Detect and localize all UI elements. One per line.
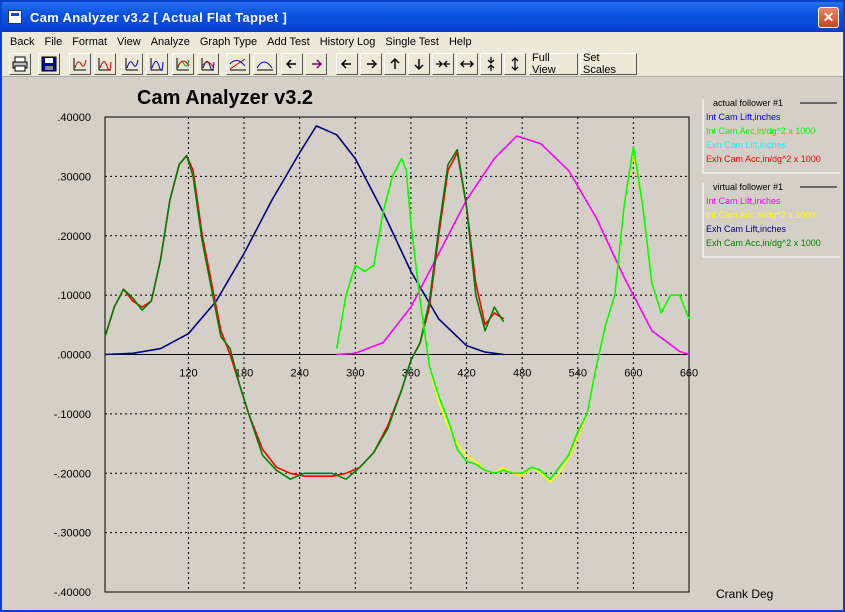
curve-icon[interactable] bbox=[253, 53, 277, 75]
graph3-icon[interactable] bbox=[121, 53, 143, 75]
menu-view[interactable]: View bbox=[112, 36, 146, 48]
toolbar: Full View Set Scales bbox=[2, 51, 843, 77]
menu-bar: Back File Format View Analyze Graph Type… bbox=[2, 32, 843, 51]
graph6-icon[interactable] bbox=[197, 53, 219, 75]
graph2-icon[interactable] bbox=[94, 53, 116, 75]
expand-h-icon[interactable] bbox=[456, 53, 478, 75]
arrow-right-icon[interactable] bbox=[360, 53, 382, 75]
arrow-up-icon[interactable] bbox=[384, 53, 406, 75]
y-tick-label: -.30000 bbox=[54, 528, 91, 540]
menu-help[interactable]: Help bbox=[444, 36, 477, 48]
print-icon[interactable] bbox=[9, 53, 31, 75]
y-tick-label: -.20000 bbox=[54, 468, 91, 480]
set-scales-button[interactable]: Set Scales bbox=[580, 52, 637, 76]
x-tick-label: 360 bbox=[402, 368, 420, 380]
y-tick-label: .00000 bbox=[57, 350, 91, 362]
legend-entry: Exh Cam Acc,in/dg^2 x 1000 bbox=[706, 238, 821, 248]
legend-entry: Int Cam Acc,in/dg^2 x 1000 bbox=[706, 210, 815, 220]
legend-entry: Exh Cam Lift,inches bbox=[706, 140, 787, 150]
x-tick-label: 480 bbox=[513, 368, 531, 380]
legend-entry: Int Cam Lift,inches bbox=[706, 196, 781, 206]
legend-entry: Exh Cam Acc,in/dg^2 x 1000 bbox=[706, 154, 821, 164]
menu-file[interactable]: File bbox=[39, 36, 67, 48]
window-title: Cam Analyzer v3.2 [ Actual Flat Tappet ] bbox=[30, 9, 288, 25]
chart-title: Cam Analyzer v3.2 bbox=[137, 87, 313, 109]
x-tick-label: 420 bbox=[457, 368, 475, 380]
y-tick-label: .10000 bbox=[57, 290, 91, 302]
compress-v-icon[interactable] bbox=[480, 53, 502, 75]
full-view-button[interactable]: Full View bbox=[529, 52, 578, 76]
menu-history-log[interactable]: History Log bbox=[315, 36, 381, 48]
app-icon bbox=[8, 10, 22, 24]
close-button[interactable]: ✕ bbox=[818, 7, 839, 28]
plot-area: Cam Analyzer v3.2 .40000 .30000 .20000 .1000… bbox=[2, 77, 843, 610]
overlay-icon[interactable] bbox=[226, 53, 250, 75]
shift-right-icon[interactable] bbox=[305, 53, 327, 75]
x-tick-label: 120 bbox=[179, 368, 197, 380]
arrow-left-icon[interactable] bbox=[336, 53, 358, 75]
x-axis-label: Crank Deg bbox=[716, 587, 773, 601]
y-tick-label: .30000 bbox=[57, 171, 91, 183]
y-tick-label: .20000 bbox=[57, 231, 91, 243]
legend-entry: Int Cam Acc,in/dg^2 x 1000 bbox=[706, 126, 815, 136]
cam-chart: Cam Analyzer v3.2 .40000 .30000 .20000 .1000… bbox=[54, 87, 840, 601]
y-tick-label: .40000 bbox=[57, 112, 91, 124]
x-tick-label: 300 bbox=[346, 368, 364, 380]
graph5-icon[interactable] bbox=[172, 53, 194, 75]
legend-group-title: actual follower #1 bbox=[713, 98, 783, 108]
y-tick-label: -.10000 bbox=[54, 409, 91, 421]
menu-add-test[interactable]: Add Test bbox=[262, 36, 315, 48]
menu-analyze[interactable]: Analyze bbox=[146, 36, 195, 48]
title-bar[interactable]: Cam Analyzer v3.2 [ Actual Flat Tappet ]… bbox=[2, 2, 843, 32]
menu-graph-type[interactable]: Graph Type bbox=[195, 36, 262, 48]
shift-left-icon[interactable] bbox=[281, 53, 303, 75]
x-tick-label: 540 bbox=[569, 368, 587, 380]
compress-h-icon[interactable] bbox=[432, 53, 454, 75]
legend-entry: Int Cam Lift,inches bbox=[706, 112, 781, 122]
save-icon[interactable] bbox=[38, 53, 60, 75]
x-tick-label: 660 bbox=[680, 368, 698, 380]
expand-v-icon[interactable] bbox=[504, 53, 526, 75]
menu-format[interactable]: Format bbox=[67, 36, 112, 48]
arrow-down-icon[interactable] bbox=[408, 53, 430, 75]
app-window: Cam Analyzer v3.2 [ Actual Flat Tappet ]… bbox=[0, 0, 845, 612]
y-tick-label: -.40000 bbox=[54, 587, 91, 599]
graph1-icon[interactable] bbox=[69, 53, 91, 75]
x-tick-label: 600 bbox=[624, 368, 642, 380]
graph4-icon[interactable] bbox=[146, 53, 168, 75]
x-tick-label: 240 bbox=[290, 368, 308, 380]
legend-entry: Exh Cam Lift,inches bbox=[706, 224, 787, 234]
menu-single-test[interactable]: Single Test bbox=[380, 36, 444, 48]
menu-back[interactable]: Back bbox=[5, 36, 39, 48]
legend-group-title: virtual follower #1 bbox=[713, 182, 783, 192]
